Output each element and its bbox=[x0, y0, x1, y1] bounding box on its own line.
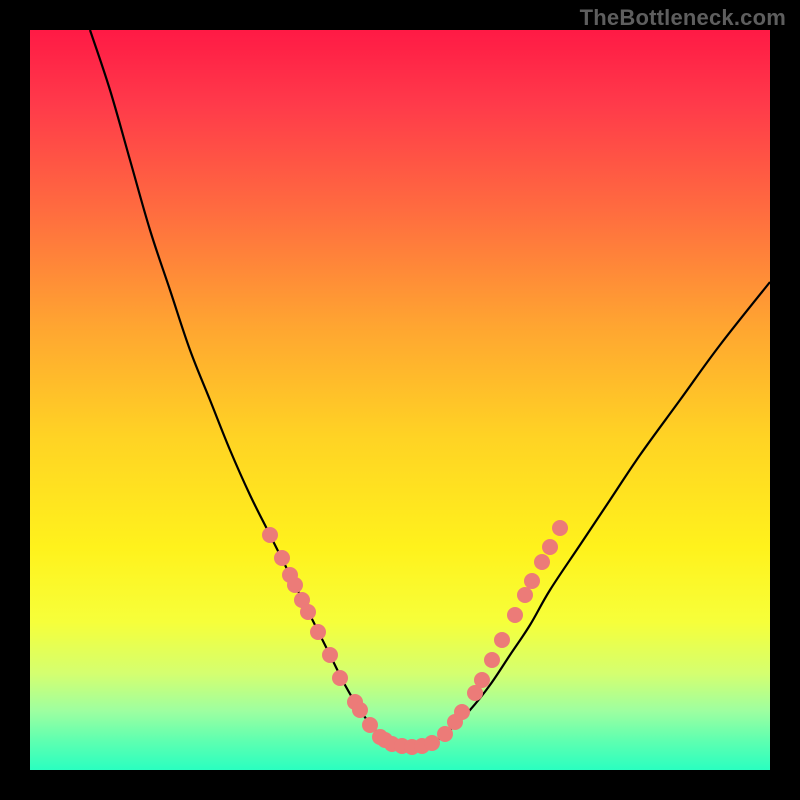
watermark-text: TheBottleneck.com bbox=[580, 5, 786, 31]
data-marker bbox=[552, 520, 568, 536]
data-marker bbox=[474, 672, 490, 688]
data-marker bbox=[287, 577, 303, 593]
data-marker bbox=[274, 550, 290, 566]
data-marker bbox=[542, 539, 558, 555]
data-marker bbox=[300, 604, 316, 620]
data-marker bbox=[534, 554, 550, 570]
data-marker bbox=[454, 704, 470, 720]
data-marker bbox=[517, 587, 533, 603]
data-marker bbox=[310, 624, 326, 640]
data-marker bbox=[507, 607, 523, 623]
data-marker bbox=[262, 527, 278, 543]
bottleneck-curve bbox=[90, 30, 770, 748]
data-marker bbox=[424, 735, 440, 751]
data-marker bbox=[494, 632, 510, 648]
plot-area bbox=[30, 30, 770, 770]
chart-svg bbox=[30, 30, 770, 770]
data-marker bbox=[524, 573, 540, 589]
data-marker bbox=[332, 670, 348, 686]
data-marker bbox=[484, 652, 500, 668]
chart-frame: TheBottleneck.com bbox=[0, 0, 800, 800]
data-marker bbox=[322, 647, 338, 663]
data-marker bbox=[352, 702, 368, 718]
